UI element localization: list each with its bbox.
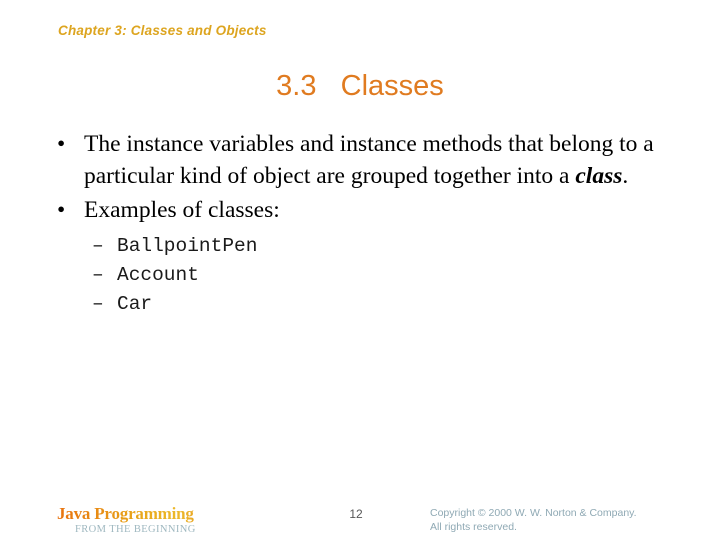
page-number: 12 <box>349 507 363 521</box>
bullet-item-1-text-after: . <box>622 163 629 189</box>
bullet-item-2-text: Examples of classes: <box>84 197 280 223</box>
brand-subtitle: FROM THE BEGINNING <box>75 524 196 535</box>
chapter-header: Chapter 3: Classes and Objects <box>58 23 267 38</box>
slide-footer: Java Programming FROM THE BEGINNING 12 C… <box>0 500 720 540</box>
bullet-item-2: • Examples of classes: <box>44 194 684 226</box>
bullet-marker-icon: • <box>57 131 66 157</box>
dash-marker-icon: – <box>92 264 104 286</box>
sub-bullet-list: – BallpointPen – Account – Car <box>44 232 684 319</box>
brand-logo: Java Programming FROM THE BEGINNING <box>57 504 307 535</box>
copyright-line-2: All rights reserved. <box>430 521 517 533</box>
sub-bullet-item: – Car <box>92 290 684 319</box>
slide-title: 3.3 Classes <box>276 70 444 102</box>
dash-marker-icon: – <box>92 235 104 257</box>
bullet-item-1-text-before: The instance variables and instance meth… <box>84 131 654 189</box>
sub-bullet-label: Car <box>117 293 153 315</box>
bullet-item-1: • The instance variables and instance me… <box>44 128 684 192</box>
sub-bullet-label: BallpointPen <box>117 235 258 257</box>
bullet-item-1-text: The instance variables and instance meth… <box>84 128 684 192</box>
sub-bullet-item: – Account <box>92 261 684 290</box>
bullet-item-1-emphasis: class <box>575 163 623 189</box>
brand-title: Java Programming <box>57 504 307 523</box>
body-content: • The instance variables and instance me… <box>44 128 684 319</box>
sub-bullet-label: Account <box>117 264 199 286</box>
copyright-notice: Copyright © 2000 W. W. Norton & Company.… <box>430 506 700 534</box>
dash-marker-icon: – <box>92 293 104 315</box>
sub-bullet-item: – BallpointPen <box>92 232 684 261</box>
copyright-line-1: Copyright © 2000 W. W. Norton & Company. <box>430 507 637 519</box>
bullet-marker-icon: • <box>57 197 66 223</box>
slide: Chapter 3: Classes and Objects 3.3 Class… <box>0 0 720 540</box>
